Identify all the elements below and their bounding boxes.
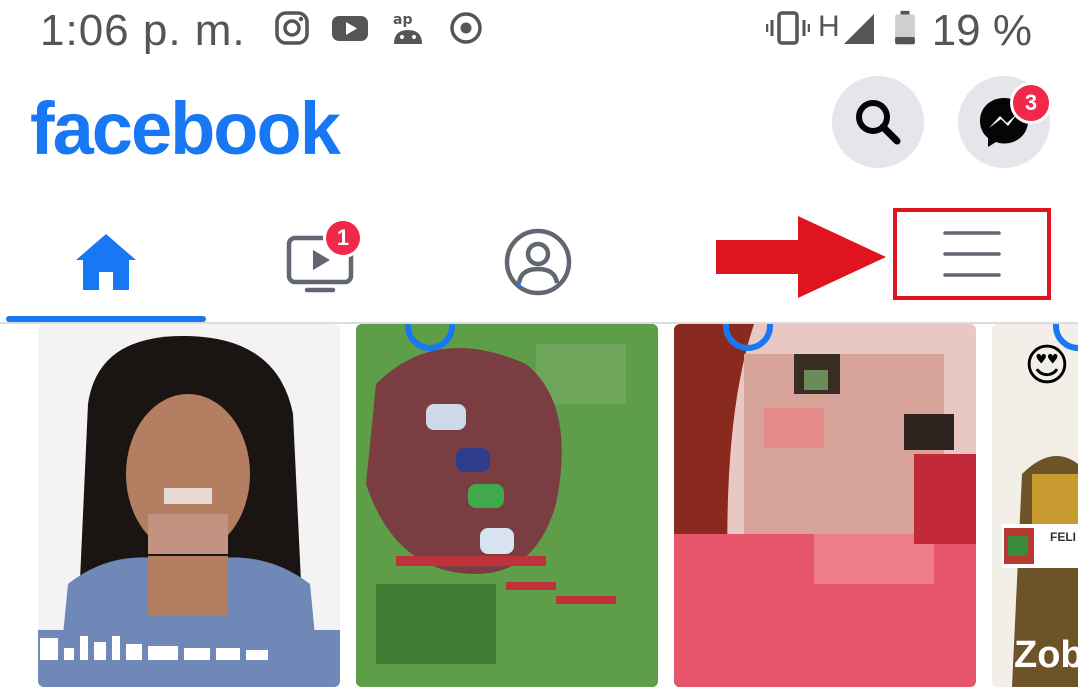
- signal-icon: [844, 14, 874, 44]
- tab-profile[interactable]: [438, 208, 638, 316]
- search-icon: [856, 100, 901, 145]
- profile-icon: [504, 228, 572, 296]
- battery-icon: [895, 10, 915, 45]
- status-time: 1:06 p. m.: [40, 6, 246, 55]
- story-card[interactable]: 😍 FELI Zob: [992, 324, 1078, 687]
- facebook-logo[interactable]: facebook: [30, 86, 341, 171]
- record-icon: [450, 12, 482, 44]
- status-bar: 1:06 p. m. ap H 19 %: [0, 0, 1078, 64]
- facebook-home-screen: 1:06 p. m. ap H 19 % facebook 3 1 😍 FELI…: [0, 0, 1078, 687]
- story-thumbnail: [356, 324, 658, 687]
- watch-badge: 1: [323, 218, 363, 258]
- vibrate-icon: [766, 11, 810, 45]
- story-thumbnail: [38, 324, 340, 687]
- story-card[interactable]: [38, 324, 340, 687]
- story-name: Zob: [1014, 634, 1078, 676]
- story-tag: FELI: [1050, 530, 1076, 544]
- search-button[interactable]: [832, 76, 924, 168]
- youtube-icon: [332, 16, 368, 41]
- android-icon: ap: [393, 12, 422, 44]
- tab-home[interactable]: [6, 208, 206, 316]
- annotation-highlight-box: [893, 208, 1051, 300]
- messenger-button[interactable]: 3: [958, 76, 1052, 168]
- story-thumbnail: [674, 324, 976, 687]
- instagram-icon: [275, 11, 309, 45]
- svg-text:ap: ap: [393, 12, 412, 28]
- home-icon: [76, 234, 136, 290]
- story-name-pixelated: [40, 636, 268, 660]
- messenger-badge: 3: [1010, 82, 1052, 124]
- annotation-arrow-icon: [716, 216, 886, 298]
- battery-percent: 19 %: [931, 6, 1032, 55]
- tab-watch[interactable]: 1: [220, 208, 420, 316]
- heart-eyes-emoji: 😍: [1024, 341, 1070, 390]
- story-card[interactable]: [674, 324, 976, 687]
- network-type: H: [818, 10, 840, 43]
- story-card[interactable]: [356, 324, 658, 687]
